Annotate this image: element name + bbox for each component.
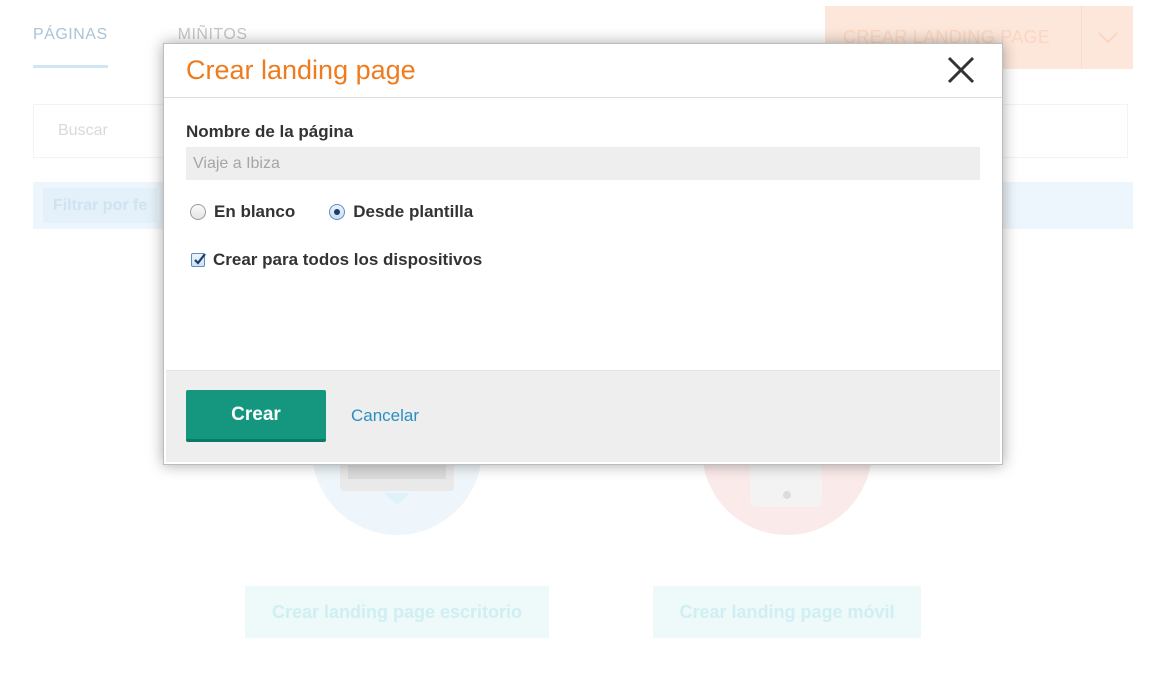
create-button[interactable]: Crear: [186, 390, 326, 442]
cancel-link[interactable]: Cancelar: [351, 406, 419, 426]
chevron-down-icon[interactable]: [1081, 6, 1133, 69]
close-icon[interactable]: [946, 55, 976, 85]
checkmark-icon: [194, 253, 206, 265]
search-placeholder: Buscar: [58, 122, 108, 139]
radio-template-option[interactable]: Desde plantilla: [325, 202, 473, 222]
radio-template-label: Desde plantilla: [353, 202, 474, 221]
create-desktop-landing-button[interactable]: Crear landing page escritorio: [245, 586, 549, 638]
radio-template[interactable]: [329, 204, 346, 220]
page-name-input[interactable]: [186, 147, 980, 180]
dialog-header: Crear landing page: [164, 44, 1002, 98]
create-mobile-landing-button[interactable]: Crear landing page móvil: [653, 586, 921, 638]
create-landing-dialog: Crear landing page Nombre de la página E…: [163, 43, 1003, 465]
radio-blank-label: En blanco: [214, 202, 296, 221]
all-devices-checkbox[interactable]: [191, 253, 206, 267]
filter-button[interactable]: Filtrar por fe: [43, 188, 158, 223]
dialog-body: Nombre de la página En blanco Desde plan…: [164, 98, 1002, 370]
radio-blank[interactable]: [190, 204, 206, 220]
all-devices-option[interactable]: Crear para todos los dispositivos: [186, 250, 482, 270]
page-name-label: Nombre de la página: [186, 122, 354, 141]
monitor-stand: [384, 493, 410, 505]
dialog-title: Crear landing page: [186, 55, 416, 85]
dialog-footer: Crear Cancelar: [166, 370, 1000, 462]
radio-blank-option[interactable]: En blanco: [186, 202, 295, 222]
template-choice: En blanco Desde plantilla: [186, 202, 503, 222]
tab-pages[interactable]: PÁGINAS: [33, 0, 108, 68]
all-devices-label: Crear para todos los dispositivos: [213, 250, 483, 269]
